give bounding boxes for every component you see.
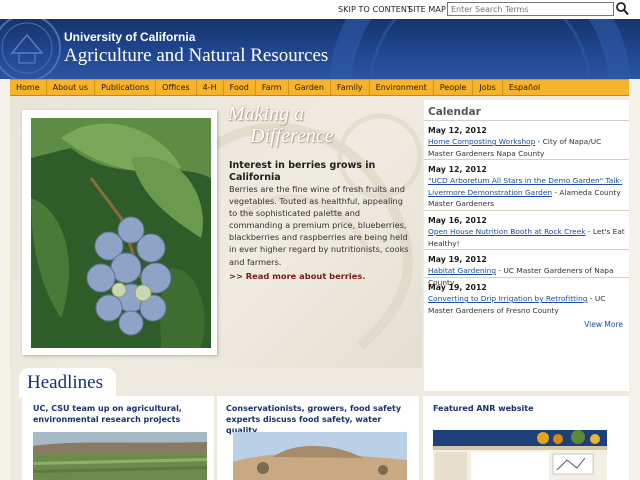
featured-site-screenshot[interactable] (433, 430, 607, 480)
event-description: Home Composting Workshop - City of Napa/… (428, 136, 625, 159)
event-description: Open House Nutrition Booth at Rock Creek… (428, 226, 625, 249)
event-link[interactable]: Open House Nutrition Booth at Rock Creek (428, 227, 586, 236)
calendar-event: May 19, 2012 Converting to Drip Irrigati… (424, 277, 629, 316)
event-description: "UCD Arboretum All Stars in the Demo Gar… (428, 175, 625, 210)
feature-heading-line2: Difference (250, 125, 334, 147)
calendar-title: Calendar (428, 106, 481, 118)
calendar-event: May 16, 2012 Open House Nutrition Booth … (424, 210, 629, 249)
nav-item-offices[interactable]: Offices (156, 80, 197, 95)
event-date: May 19, 2012 (428, 255, 487, 264)
main-nav: Home About us Publications Offices 4-H F… (10, 79, 629, 96)
event-date: May 16, 2012 (428, 216, 487, 225)
view-more-link[interactable]: View More (584, 320, 623, 329)
site-title[interactable]: Agriculture and Natural Resources (64, 45, 328, 67)
featured-site-title[interactable]: Featured ANR website (433, 403, 623, 414)
calendar-event: May 12, 2012 Home Composting Workshop - … (424, 120, 629, 159)
uc-seal-icon (0, 19, 61, 79)
read-more-link[interactable]: >> Read more about berries. (229, 271, 366, 281)
nav-item-publications[interactable]: Publications (95, 80, 157, 95)
event-link[interactable]: Home Composting Workshop (428, 137, 535, 146)
nav-item-garden[interactable]: Garden (289, 80, 331, 95)
calendar-panel: Calendar May 12, 2012 Home Composting Wo… (424, 100, 629, 391)
event-link[interactable]: Habitat Gardening (428, 266, 496, 275)
calendar-event: May 12, 2012 "UCD Arboretum All Stars in… (424, 159, 629, 210)
utility-bar: SKIP TO CONTENT SITE MAP (0, 0, 640, 19)
search-icon[interactable] (615, 1, 629, 16)
headlines-heading: Headlines (27, 372, 103, 393)
nav-item-food[interactable]: Food (224, 80, 256, 95)
nav-item-environment[interactable]: Environment (370, 80, 434, 95)
headline-photo[interactable] (33, 432, 207, 480)
event-link[interactable]: Converting to Drip Irrigation by Retrofi… (428, 294, 587, 303)
nav-item-home[interactable]: Home (10, 80, 47, 95)
headline-title[interactable]: UC, CSU team up on agricultural, environ… (33, 403, 208, 425)
nav-item-family[interactable]: Family (331, 80, 370, 95)
feature-title: Interest in berries grows in California (229, 160, 376, 183)
seal-watermark-icon (330, 19, 630, 79)
nav-item-farm[interactable]: Farm (256, 80, 289, 95)
feature-heading-line1: Making a (228, 103, 305, 125)
event-description: Converting to Drip Irrigation by Retrofi… (428, 293, 625, 316)
nav-item-4h[interactable]: 4-H (197, 80, 224, 95)
blueberry-photo[interactable] (31, 118, 211, 348)
nav-item-jobs[interactable]: Jobs (473, 80, 503, 95)
site-banner: University of California Agriculture and… (0, 19, 640, 79)
university-name: University of California (64, 30, 196, 44)
event-date: May 12, 2012 (428, 165, 487, 174)
nav-item-espanol[interactable]: Español (503, 80, 546, 95)
feature-body: Berries are the fine wine of fresh fruit… (229, 184, 409, 267)
nav-item-about[interactable]: About us (47, 80, 96, 95)
nav-item-people[interactable]: People (434, 80, 474, 95)
site-map-link[interactable]: SITE MAP (408, 5, 446, 14)
skip-to-content-link[interactable]: SKIP TO CONTENT (338, 5, 412, 14)
event-date: May 12, 2012 (428, 126, 487, 135)
headline-photo[interactable] (233, 432, 407, 480)
search-input[interactable] (447, 2, 614, 16)
event-date: May 19, 2012 (428, 283, 487, 292)
